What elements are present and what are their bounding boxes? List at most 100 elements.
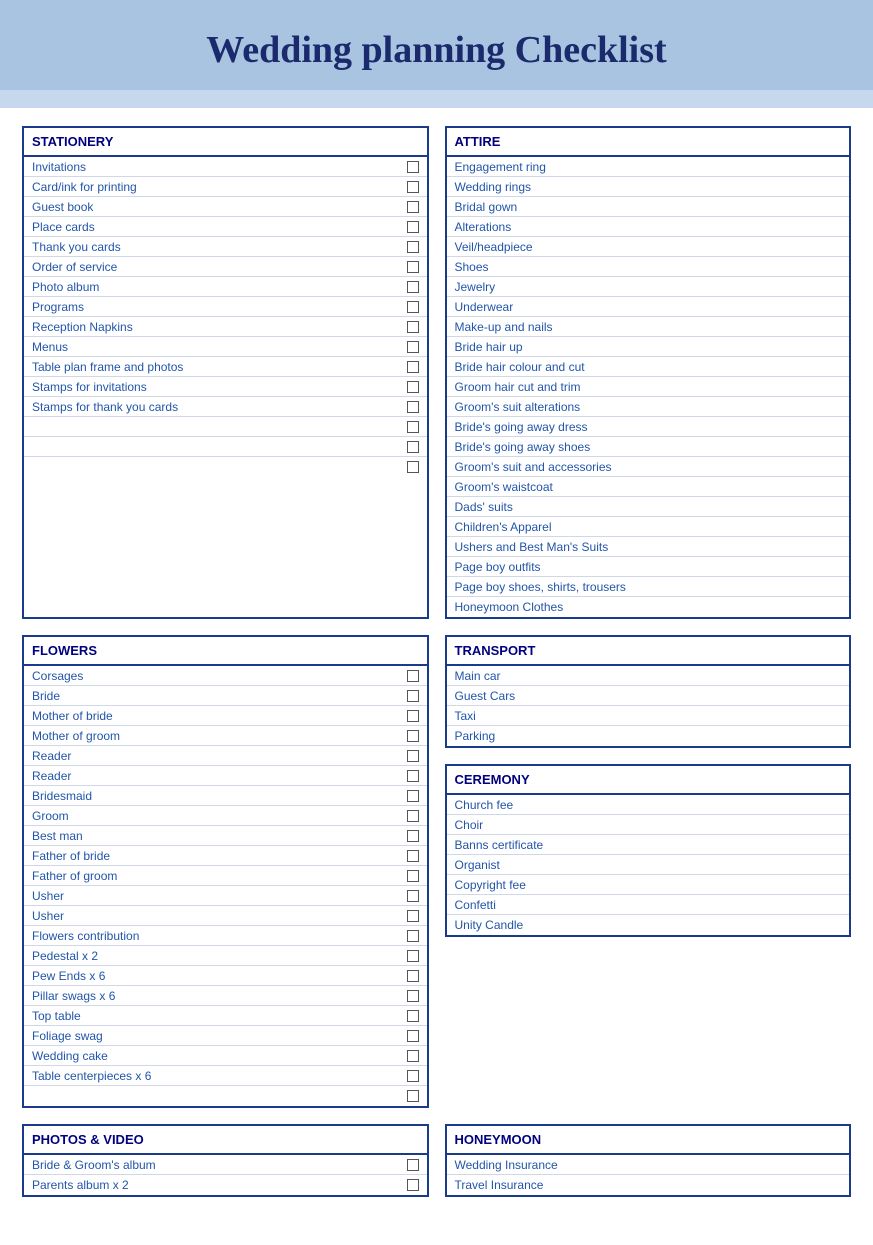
list-item: Confetti [447, 895, 850, 915]
checkbox[interactable] [407, 910, 419, 922]
list-item: Guest Cars [447, 686, 850, 706]
checkbox[interactable] [407, 1159, 419, 1171]
checkbox[interactable] [407, 830, 419, 842]
checkbox[interactable] [407, 770, 419, 782]
checkbox[interactable] [407, 261, 419, 273]
checkbox[interactable] [407, 1030, 419, 1042]
checkbox[interactable] [407, 850, 419, 862]
checkbox[interactable] [407, 930, 419, 942]
list-item: Stamps for invitations [24, 377, 427, 397]
list-item: Programs [24, 297, 427, 317]
list-item: Alterations [447, 217, 850, 237]
checkbox[interactable] [407, 990, 419, 1002]
list-item: Main car [447, 666, 850, 686]
checkbox[interactable] [407, 441, 419, 453]
checkbox[interactable] [407, 461, 419, 473]
list-item: Copyright fee [447, 875, 850, 895]
list-item: Pillar swags x 6 [24, 986, 427, 1006]
item-label: Flowers contribution [32, 929, 403, 943]
transport-items: Main carGuest CarsTaxiParking [447, 666, 850, 746]
checkbox[interactable] [407, 790, 419, 802]
checkbox[interactable] [407, 421, 419, 433]
item-label: Make-up and nails [455, 320, 842, 334]
list-item: Taxi [447, 706, 850, 726]
item-label: Groom [32, 809, 403, 823]
item-label: Taxi [455, 709, 842, 723]
list-item: Guest book [24, 197, 427, 217]
list-item: Ushers and Best Man's Suits [447, 537, 850, 557]
list-item: Underwear [447, 297, 850, 317]
item-label: Engagement ring [455, 160, 842, 174]
list-item: Corsages [24, 666, 427, 686]
ceremony-title: CEREMONY [447, 766, 850, 795]
list-item: Order of service [24, 257, 427, 277]
checkbox[interactable] [407, 221, 419, 233]
photos-items: Bride & Groom's album Parents album x 2 [24, 1155, 427, 1195]
checkbox[interactable] [407, 301, 419, 313]
item-label: Groom hair cut and trim [455, 380, 842, 394]
checkbox[interactable] [407, 890, 419, 902]
checkbox[interactable] [407, 690, 419, 702]
checkbox[interactable] [407, 201, 419, 213]
attire-section: ATTIRE Engagement ringWedding ringsBrida… [445, 126, 852, 619]
checkbox[interactable] [407, 281, 419, 293]
list-item: Menus [24, 337, 427, 357]
item-label: Invitations [32, 160, 403, 174]
transport-title: TRANSPORT [447, 637, 850, 666]
list-item: Bride & Groom's album [24, 1155, 427, 1175]
item-label: Underwear [455, 300, 842, 314]
item-label: Wedding Insurance [455, 1158, 842, 1172]
item-label: Choir [455, 818, 842, 832]
checkbox[interactable] [407, 1179, 419, 1191]
list-item: Place cards [24, 217, 427, 237]
item-label: Menus [32, 340, 403, 354]
list-item: Groom [24, 806, 427, 826]
list-item: Usher [24, 886, 427, 906]
checkbox[interactable] [407, 381, 419, 393]
list-item: Groom's suit alterations [447, 397, 850, 417]
checkbox[interactable] [407, 750, 419, 762]
list-item: Choir [447, 815, 850, 835]
checkbox[interactable] [407, 321, 419, 333]
item-label: Bridesmaid [32, 789, 403, 803]
honeymoon-title: HONEYMOON [447, 1126, 850, 1155]
item-label: Copyright fee [455, 878, 842, 892]
list-item: Banns certificate [447, 835, 850, 855]
checkbox[interactable] [407, 870, 419, 882]
checkbox[interactable] [407, 710, 419, 722]
checkbox[interactable] [407, 401, 419, 413]
list-item: Parents album x 2 [24, 1175, 427, 1195]
item-label: Usher [32, 889, 403, 903]
checkbox[interactable] [407, 1070, 419, 1082]
checkbox[interactable] [407, 950, 419, 962]
item-label: Bride & Groom's album [32, 1158, 403, 1172]
checkbox[interactable] [407, 341, 419, 353]
item-label: Pillar swags x 6 [32, 989, 403, 1003]
item-label: Card/ink for printing [32, 180, 403, 194]
checkbox[interactable] [407, 361, 419, 373]
right-column: TRANSPORT Main carGuest CarsTaxiParking … [445, 635, 852, 1108]
checkbox[interactable] [407, 1090, 419, 1102]
checkbox[interactable] [407, 181, 419, 193]
list-item: Reader [24, 746, 427, 766]
checkbox[interactable] [407, 810, 419, 822]
list-item: Bride's going away dress [447, 417, 850, 437]
item-label: Reception Napkins [32, 320, 403, 334]
list-item: Wedding Insurance [447, 1155, 850, 1175]
checkbox[interactable] [407, 970, 419, 982]
list-item: Reader [24, 766, 427, 786]
list-item: Foliage swag [24, 1026, 427, 1046]
checkbox[interactable] [407, 730, 419, 742]
item-label: Confetti [455, 898, 842, 912]
item-label: Honeymoon Clothes [455, 600, 842, 614]
list-item: Father of groom [24, 866, 427, 886]
list-item: Unity Candle [447, 915, 850, 935]
checkbox[interactable] [407, 241, 419, 253]
checkbox[interactable] [407, 161, 419, 173]
list-item: Top table [24, 1006, 427, 1026]
checkbox[interactable] [407, 1010, 419, 1022]
checkbox[interactable] [407, 1050, 419, 1062]
list-item: Bridesmaid [24, 786, 427, 806]
list-item: Groom's suit and accessories [447, 457, 850, 477]
checkbox[interactable] [407, 670, 419, 682]
